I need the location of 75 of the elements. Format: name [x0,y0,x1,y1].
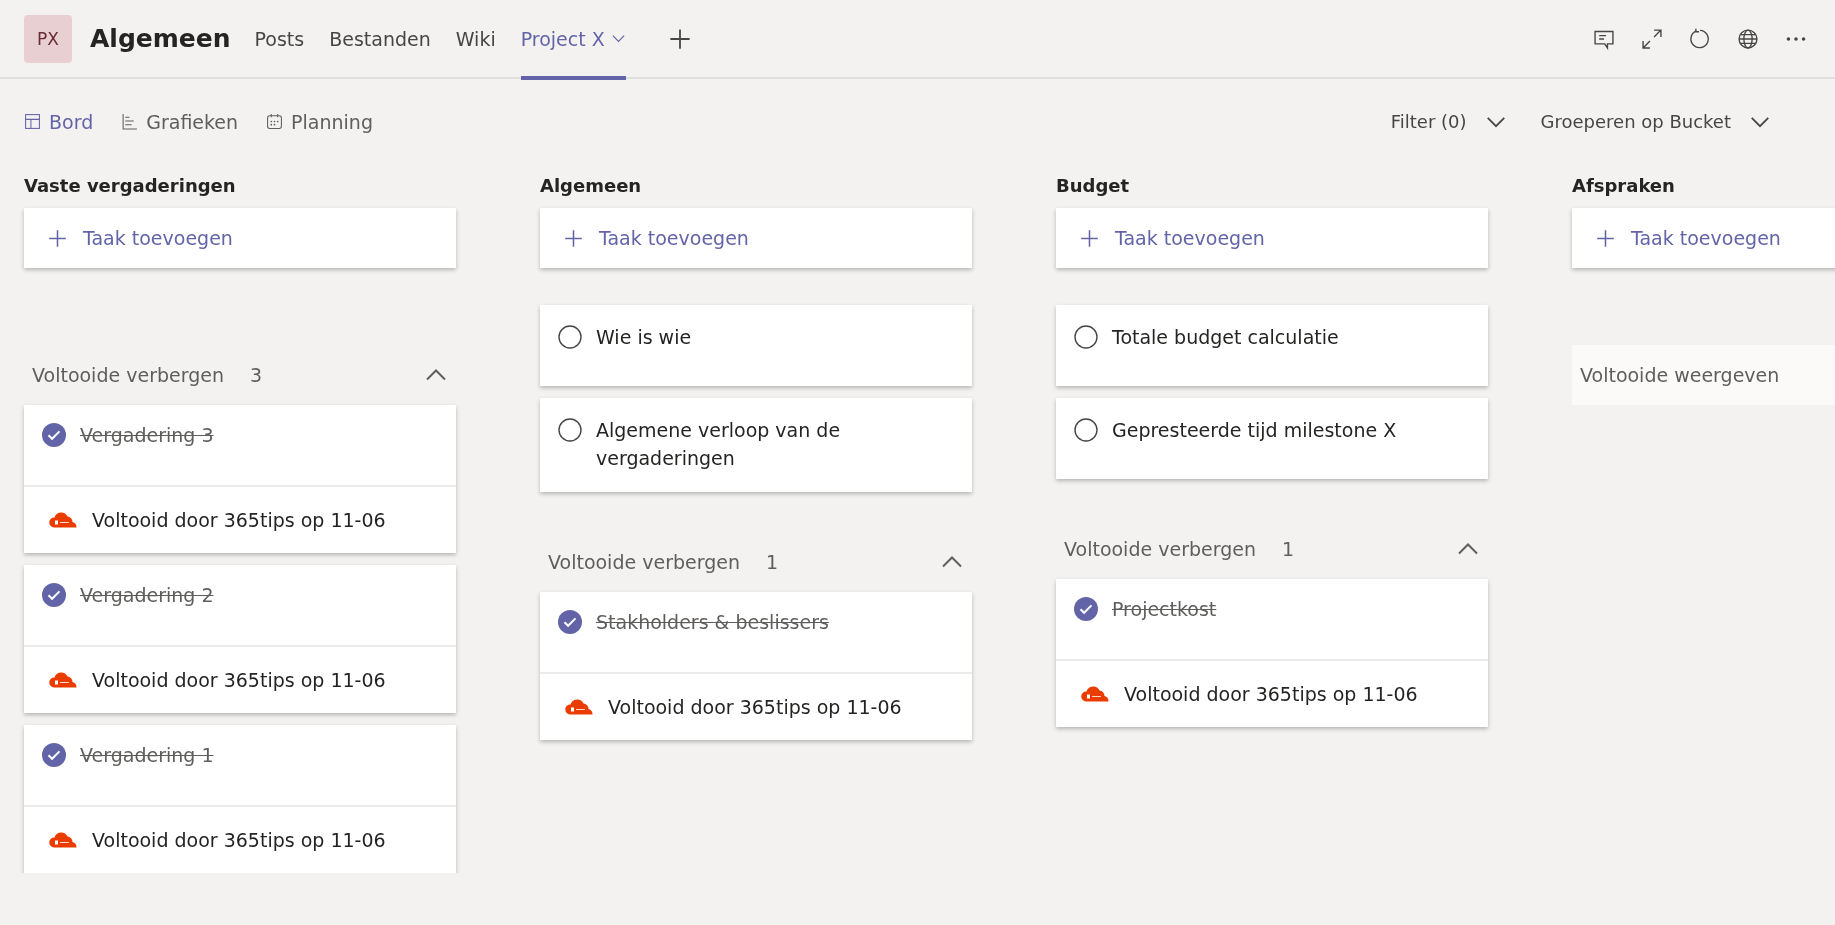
task-card[interactable]: Vergadering 3 Voltooid door 365tips op 11-06 [24,405,456,553]
task-card[interactable]: Projectkost Voltooid door 365tips op 11-06 [1056,579,1488,727]
task-title: Wie is wie [596,325,692,350]
task-checkbox[interactable] [558,610,582,634]
completed-toggle[interactable]: Voltooide verbergen 1 [540,532,972,592]
channel-title: Algemeen [90,24,231,53]
team-avatar: PX [24,14,72,63]
task-title: Algemene verloop van de vergaderingen [596,418,842,471]
completed-toggle[interactable]: Voltooide weergeven [1572,345,1835,405]
completed-by-text: Voltooid door 365tips op 11-06 [1124,683,1418,705]
task-checkbox[interactable] [42,423,66,447]
task-title: Vergadering 3 [80,423,214,448]
add-tab-icon[interactable] [668,27,691,50]
task-checkbox[interactable] [42,583,66,607]
empty-circle-icon [1074,418,1098,442]
globe-icon[interactable] [1737,27,1759,50]
task-checkbox[interactable] [558,418,582,442]
completed-by-text: Voltooid door 365tips op 11-06 [92,669,386,691]
task-title: Vergadering 1 [80,743,214,768]
calendar-icon [266,113,284,130]
task-card[interactable]: Gepresteerde tijd milestone X [1056,398,1488,479]
completed-toggle[interactable]: Voltooide verbergen 1 [1056,519,1488,579]
channel-tab[interactable]: Wiki [455,0,496,78]
bucket-title: Afspraken [1572,174,1676,198]
group-by-dropdown[interactable]: Groeperen op Bucket [1540,110,1771,133]
checked-circle-icon [42,423,66,447]
task-checkbox[interactable] [1074,597,1098,621]
checked-circle-icon [42,583,66,607]
task-card[interactable]: Vergadering 2 Voltooid door 365tips op 11-06 [24,565,456,713]
add-task-button[interactable]: Taak toevoegen [540,208,972,268]
checked-circle-icon [42,743,66,767]
task-title: Stakholders & beslissers [596,610,829,635]
plus-icon [48,228,67,248]
task-card[interactable]: Wie is wie [540,305,972,386]
completed-by-text: Voltooid door 365tips op 11-06 [608,696,902,718]
task-title: Projectkost [1112,597,1217,622]
task-title: Vergadering 2 [80,583,214,608]
add-task-button[interactable]: Taak toevoegen [1056,208,1488,268]
completed-by-text: Voltooid door 365tips op 11-06 [92,509,386,531]
channel-tab[interactable]: Posts [254,0,305,78]
task-title: Gepresteerde tijd milestone X [1112,418,1397,443]
view-tab[interactable]: Bord [24,110,94,133]
add-task-button[interactable]: Taak toevoegen [24,208,456,268]
empty-circle-icon [1074,325,1098,349]
expand-icon[interactable] [1641,27,1663,50]
view-tab[interactable]: Grafieken [121,110,239,133]
plus-icon [1080,228,1099,248]
channel-tab[interactable]: Project X [520,0,626,78]
checked-circle-icon [1074,597,1098,621]
chart-icon [121,113,139,130]
task-checkbox[interactable] [558,325,582,349]
completed-by-text: Voltooid door 365tips op 11-06 [92,829,386,851]
plus-icon [1596,228,1615,248]
task-card[interactable]: Vergadering 1 Voltooid door 365tips op 11-06 [24,725,456,873]
channel-tab[interactable]: Bestanden [329,0,431,78]
bucket-title: Algemeen [540,174,643,198]
task-title: Totale budget calculatie [1112,325,1339,350]
task-checkbox[interactable] [42,743,66,767]
empty-circle-icon [558,418,582,442]
task-card[interactable]: Stakholders & beslissers Voltooid door 365tips op 11-06 [540,592,972,740]
empty-circle-icon [558,325,582,349]
task-checkbox[interactable] [1074,325,1098,349]
bucket-title: Vaste vergaderingen [24,174,237,198]
board-icon [24,113,41,130]
view-tab[interactable]: Planning [266,110,373,133]
bucket-title: Budget [1056,174,1131,198]
task-card[interactable]: Algemene verloop van de vergaderingen [540,398,972,492]
filter-dropdown[interactable]: Filter (0) [1390,110,1507,133]
task-checkbox[interactable] [1074,418,1098,442]
task-card[interactable]: Totale budget calculatie [1056,305,1488,386]
plus-icon [564,228,583,248]
checked-circle-icon [558,610,582,634]
add-task-button[interactable]: Taak toevoegen [1572,208,1835,268]
refresh-icon[interactable] [1689,27,1711,50]
completed-toggle[interactable]: Voltooide verbergen 3 [24,345,456,405]
